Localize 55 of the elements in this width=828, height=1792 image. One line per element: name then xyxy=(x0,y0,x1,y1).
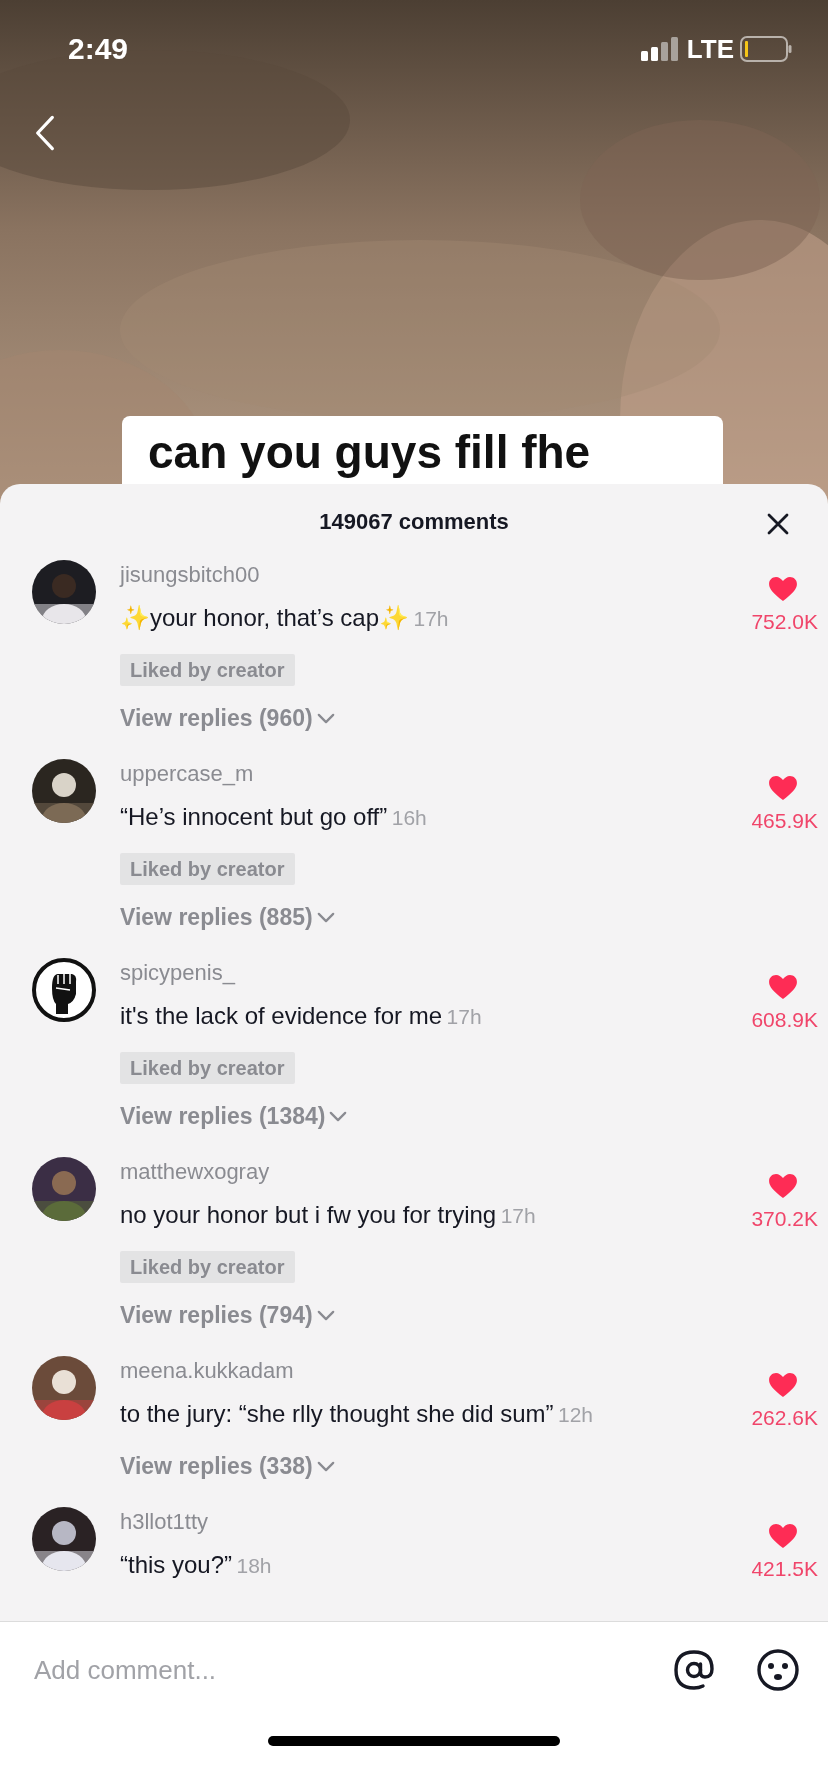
heart-icon[interactable] xyxy=(768,576,798,602)
view-replies-button[interactable]: View replies (338) xyxy=(120,1450,335,1482)
comment-time: 17h xyxy=(446,1005,482,1028)
network-label: LTE xyxy=(686,33,734,65)
username[interactable]: meena.kukkadam xyxy=(120,1356,294,1386)
chevron-down-icon xyxy=(329,1110,348,1122)
like-count: 370.2K xyxy=(751,1207,818,1231)
view-replies-button[interactable]: View replies (960) xyxy=(120,702,335,734)
username[interactable]: spicypenis_ xyxy=(120,958,235,988)
liked-badge: Liked by creator xyxy=(120,654,295,686)
emoji-icon[interactable] xyxy=(756,1648,800,1692)
comments-count: 149067 comments xyxy=(319,509,509,535)
mention-icon[interactable] xyxy=(672,1648,716,1692)
heart-icon[interactable] xyxy=(768,775,798,801)
comment-time: 17h xyxy=(500,1204,536,1227)
comment-time: 17h xyxy=(413,607,449,630)
like-count: 262.6K xyxy=(751,1406,818,1430)
comment-time: 16h xyxy=(391,806,427,829)
close-icon xyxy=(766,512,790,536)
like-count: 752.0K xyxy=(751,610,818,634)
liked-badge: Liked by creator xyxy=(120,1052,295,1084)
like-count: 421.5K xyxy=(751,1557,818,1581)
caption-text: can you guys fill fhe xyxy=(148,426,591,478)
view-replies-button[interactable]: View replies (1384) xyxy=(120,1100,348,1132)
chevron-down-icon xyxy=(316,712,335,724)
fist-icon xyxy=(32,958,96,1022)
comment-text: “this you?” xyxy=(120,1551,233,1578)
comment-text: ✨your honor, that’s cap✨ xyxy=(120,604,410,631)
comment-text: no your honor but i fw you for trying xyxy=(120,1201,497,1228)
comment-text: to the jury: “she rlly thought she did sum” xyxy=(120,1400,554,1427)
username[interactable]: uppercase_m xyxy=(120,759,254,789)
heart-icon[interactable] xyxy=(768,1173,798,1199)
liked-badge: Liked by creator xyxy=(120,1251,295,1283)
heart-icon[interactable] xyxy=(768,974,798,1000)
username[interactable]: h3llot1tty xyxy=(120,1507,209,1537)
username[interactable]: matthewxogray xyxy=(120,1157,270,1187)
heart-icon[interactable] xyxy=(768,1523,798,1549)
chevron-down-icon xyxy=(316,1460,335,1472)
view-replies-button[interactable]: View replies (794) xyxy=(120,1299,335,1331)
signal-icon xyxy=(640,37,681,61)
battery-icon xyxy=(740,36,792,62)
username[interactable]: jisungsbitch00 xyxy=(120,560,260,590)
comment-text: it's the lack of evidence for me xyxy=(120,1002,443,1029)
chevron-down-icon xyxy=(316,1309,335,1321)
comment-time: 18h xyxy=(236,1554,272,1577)
comment-time: 12h xyxy=(558,1403,594,1426)
view-replies-button[interactable]: View replies (885) xyxy=(120,901,335,933)
liked-badge: Liked by creator xyxy=(120,853,295,885)
clock-time: 2:49 xyxy=(68,32,129,66)
chevron-down-icon xyxy=(316,911,335,923)
like-count: 608.9K xyxy=(751,1008,818,1032)
heart-icon[interactable] xyxy=(768,1372,798,1398)
back-icon[interactable] xyxy=(34,114,56,152)
comment-text: “He’s innocent but go off” xyxy=(120,803,388,830)
like-count: 465.9K xyxy=(751,809,818,833)
